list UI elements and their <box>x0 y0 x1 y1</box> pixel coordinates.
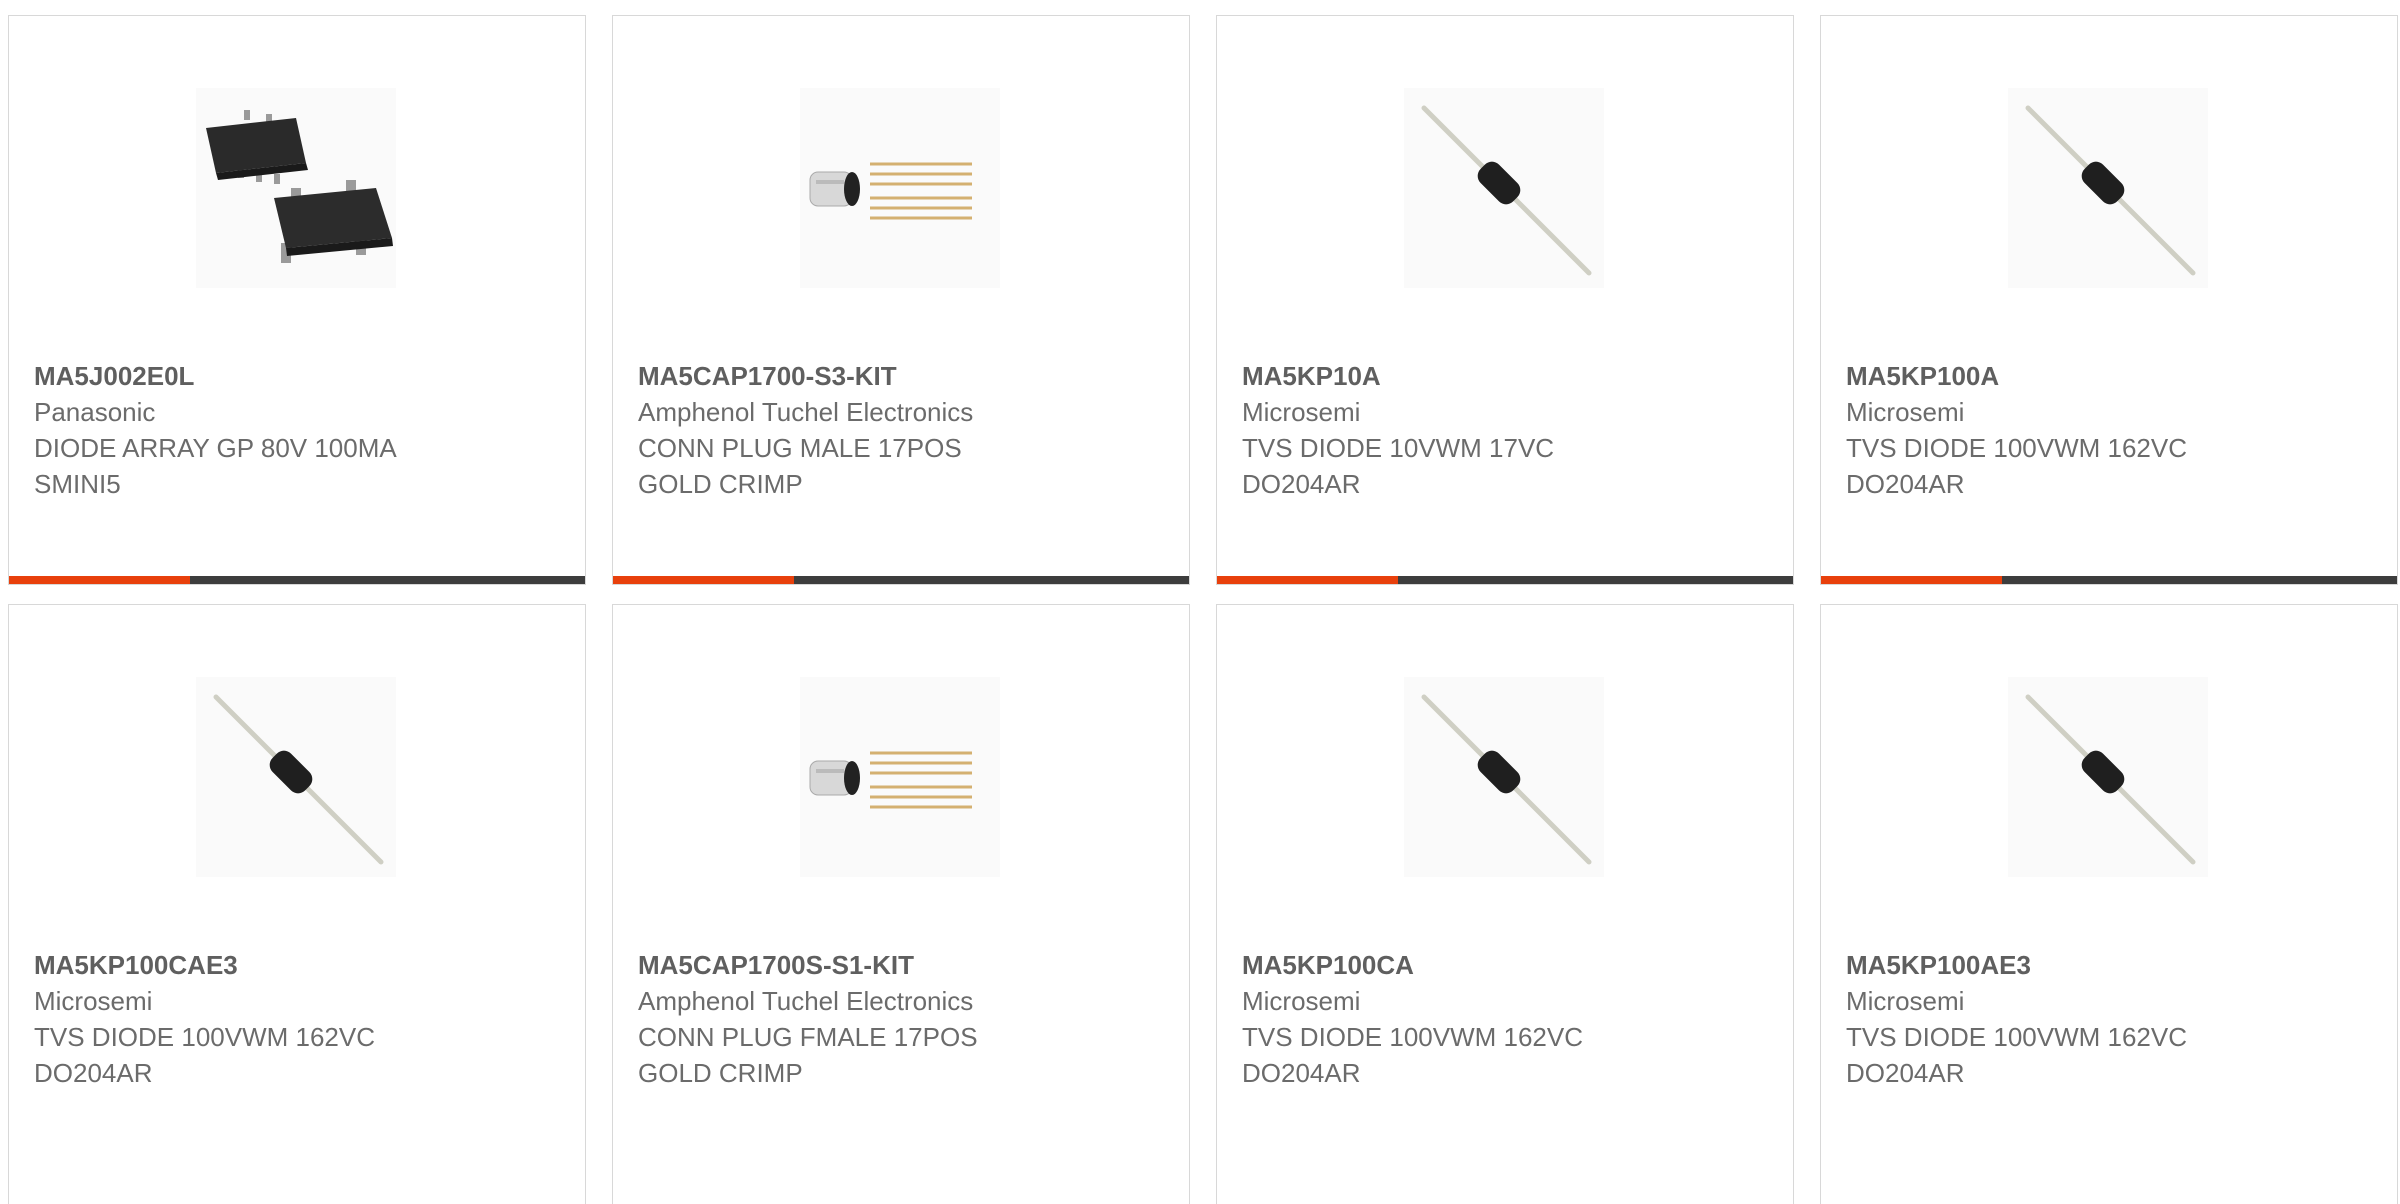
product-part-number[interactable]: MA5CAP1700-S3-KIT <box>638 358 1169 394</box>
product-manufacturer: Panasonic <box>34 397 156 427</box>
product-info: MA5KP100AE3 Microsemi TVS DIODE 100VWM 1… <box>1846 947 2377 1091</box>
product-card[interactable]: MA5KP100CA Microsemi TVS DIODE 100VWM 16… <box>1216 604 1794 1204</box>
product-image[interactable] <box>2008 677 2208 877</box>
product-part-number[interactable]: MA5KP100AE3 <box>1846 947 2377 983</box>
card-progress-fill <box>1217 576 1399 584</box>
card-progress-fill <box>9 576 191 584</box>
product-image[interactable] <box>1404 88 1604 288</box>
product-description: CONN PLUG MALE 17POS GOLD CRIMP <box>638 433 962 499</box>
axial-diode-image <box>213 694 384 865</box>
product-image[interactable] <box>196 88 396 288</box>
product-manufacturer: Microsemi <box>1242 397 1361 427</box>
connector-kit-image <box>809 162 972 220</box>
product-info: MA5CAP1700-S3-KIT Amphenol Tuchel Electr… <box>638 358 1169 502</box>
product-image[interactable] <box>196 677 396 877</box>
product-image[interactable] <box>800 677 1000 877</box>
axial-diode-image <box>1421 694 1592 865</box>
product-info: MA5KP100A Microsemi TVS DIODE 100VWM 162… <box>1846 358 2377 502</box>
card-progress-bar <box>1217 576 1793 584</box>
product-image[interactable] <box>1404 677 1604 877</box>
product-part-number[interactable]: MA5CAP1700S-S1-KIT <box>638 947 1169 983</box>
card-progress-bar <box>613 576 1189 584</box>
product-image[interactable] <box>800 88 1000 288</box>
product-card[interactable]: MA5KP100CAE3 Microsemi TVS DIODE 100VWM … <box>8 604 586 1204</box>
product-description: TVS DIODE 10VWM 17VC DO204AR <box>1242 433 1555 499</box>
product-info: MA5KP100CAE3 Microsemi TVS DIODE 100VWM … <box>34 947 565 1091</box>
product-manufacturer: Amphenol Tuchel Electronics <box>638 397 974 427</box>
product-description: TVS DIODE 100VWM 162VC DO204AR <box>1242 1022 1583 1088</box>
card-progress-fill <box>1821 576 2003 584</box>
product-manufacturer: Microsemi <box>1846 397 1965 427</box>
product-description: TVS DIODE 100VWM 162VC DO204AR <box>1846 1022 2187 1088</box>
product-card[interactable]: MA5KP100AE3 Microsemi TVS DIODE 100VWM 1… <box>1820 604 2398 1204</box>
product-card[interactable]: MA5CAP1700S-S1-KIT Amphenol Tuchel Elect… <box>612 604 1190 1204</box>
product-description: CONN PLUG FMALE 17POS GOLD CRIMP <box>638 1022 978 1088</box>
product-part-number[interactable]: MA5J002E0L <box>34 358 565 394</box>
card-progress-bar <box>1821 576 2397 584</box>
product-card[interactable]: MA5J002E0L Panasonic DIODE ARRAY GP 80V … <box>8 15 586 585</box>
product-info: MA5J002E0L Panasonic DIODE ARRAY GP 80V … <box>34 358 565 502</box>
product-manufacturer: Microsemi <box>1846 986 1965 1016</box>
axial-diode-image <box>1421 105 1592 276</box>
product-info: MA5KP100CA Microsemi TVS DIODE 100VWM 16… <box>1242 947 1773 1091</box>
product-manufacturer: Amphenol Tuchel Electronics <box>638 986 974 1016</box>
product-part-number[interactable]: MA5KP100A <box>1846 358 2377 394</box>
connector-kit-image <box>809 751 972 809</box>
product-card[interactable]: MA5KP10A Microsemi TVS DIODE 10VWM 17VC … <box>1216 15 1794 585</box>
product-description: DIODE ARRAY GP 80V 100MA SMINI5 <box>34 433 397 499</box>
axial-diode-image <box>2025 694 2196 865</box>
product-manufacturer: Microsemi <box>1242 986 1361 1016</box>
product-card[interactable]: MA5CAP1700-S3-KIT Amphenol Tuchel Electr… <box>612 15 1190 585</box>
card-progress-bar <box>9 576 585 584</box>
card-progress-fill <box>613 576 795 584</box>
product-card[interactable]: MA5KP100A Microsemi TVS DIODE 100VWM 162… <box>1820 15 2398 585</box>
product-info: MA5CAP1700S-S1-KIT Amphenol Tuchel Elect… <box>638 947 1169 1091</box>
product-description: TVS DIODE 100VWM 162VC DO204AR <box>34 1022 375 1088</box>
product-part-number[interactable]: MA5KP100CAE3 <box>34 947 565 983</box>
product-part-number[interactable]: MA5KP100CA <box>1242 947 1773 983</box>
product-manufacturer: Microsemi <box>34 986 153 1016</box>
product-description: TVS DIODE 100VWM 162VC DO204AR <box>1846 433 2187 499</box>
product-image[interactable] <box>2008 88 2208 288</box>
sot-package-image <box>206 110 393 263</box>
product-part-number[interactable]: MA5KP10A <box>1242 358 1773 394</box>
axial-diode-image <box>2025 105 2196 276</box>
product-info: MA5KP10A Microsemi TVS DIODE 10VWM 17VC … <box>1242 358 1773 502</box>
product-grid: MA5J002E0L Panasonic DIODE ARRAY GP 80V … <box>0 0 2400 1204</box>
